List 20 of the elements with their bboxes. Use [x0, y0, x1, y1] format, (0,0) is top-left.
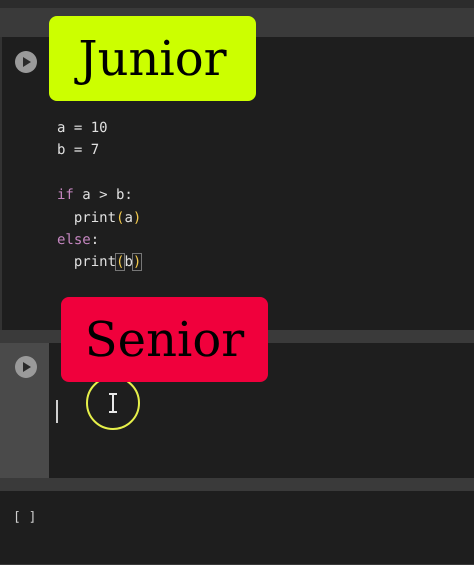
run-button[interactable] — [15, 51, 37, 73]
code-token: if — [57, 187, 74, 204]
run-button[interactable] — [15, 356, 37, 378]
code-token: ( — [116, 254, 124, 270]
code-token: print — [72, 254, 116, 270]
overlay-label: Junior — [49, 16, 256, 101]
code-token: b = 7 — [57, 142, 100, 158]
code-token: a = 10 — [57, 120, 108, 136]
code-token: : — [90, 232, 100, 248]
code-token: ( — [116, 210, 124, 226]
execution-count: [ ] — [13, 510, 36, 525]
code-token: b — [124, 254, 133, 270]
code-token: else — [57, 232, 91, 248]
code-token: ) — [132, 210, 142, 226]
code-token: print — [72, 210, 116, 226]
code-token: a — [124, 210, 133, 226]
text-caret — [56, 400, 58, 423]
code-token: a > b: — [81, 187, 133, 204]
overlay-label: Senior — [61, 297, 268, 382]
code-token: ) — [132, 254, 142, 270]
